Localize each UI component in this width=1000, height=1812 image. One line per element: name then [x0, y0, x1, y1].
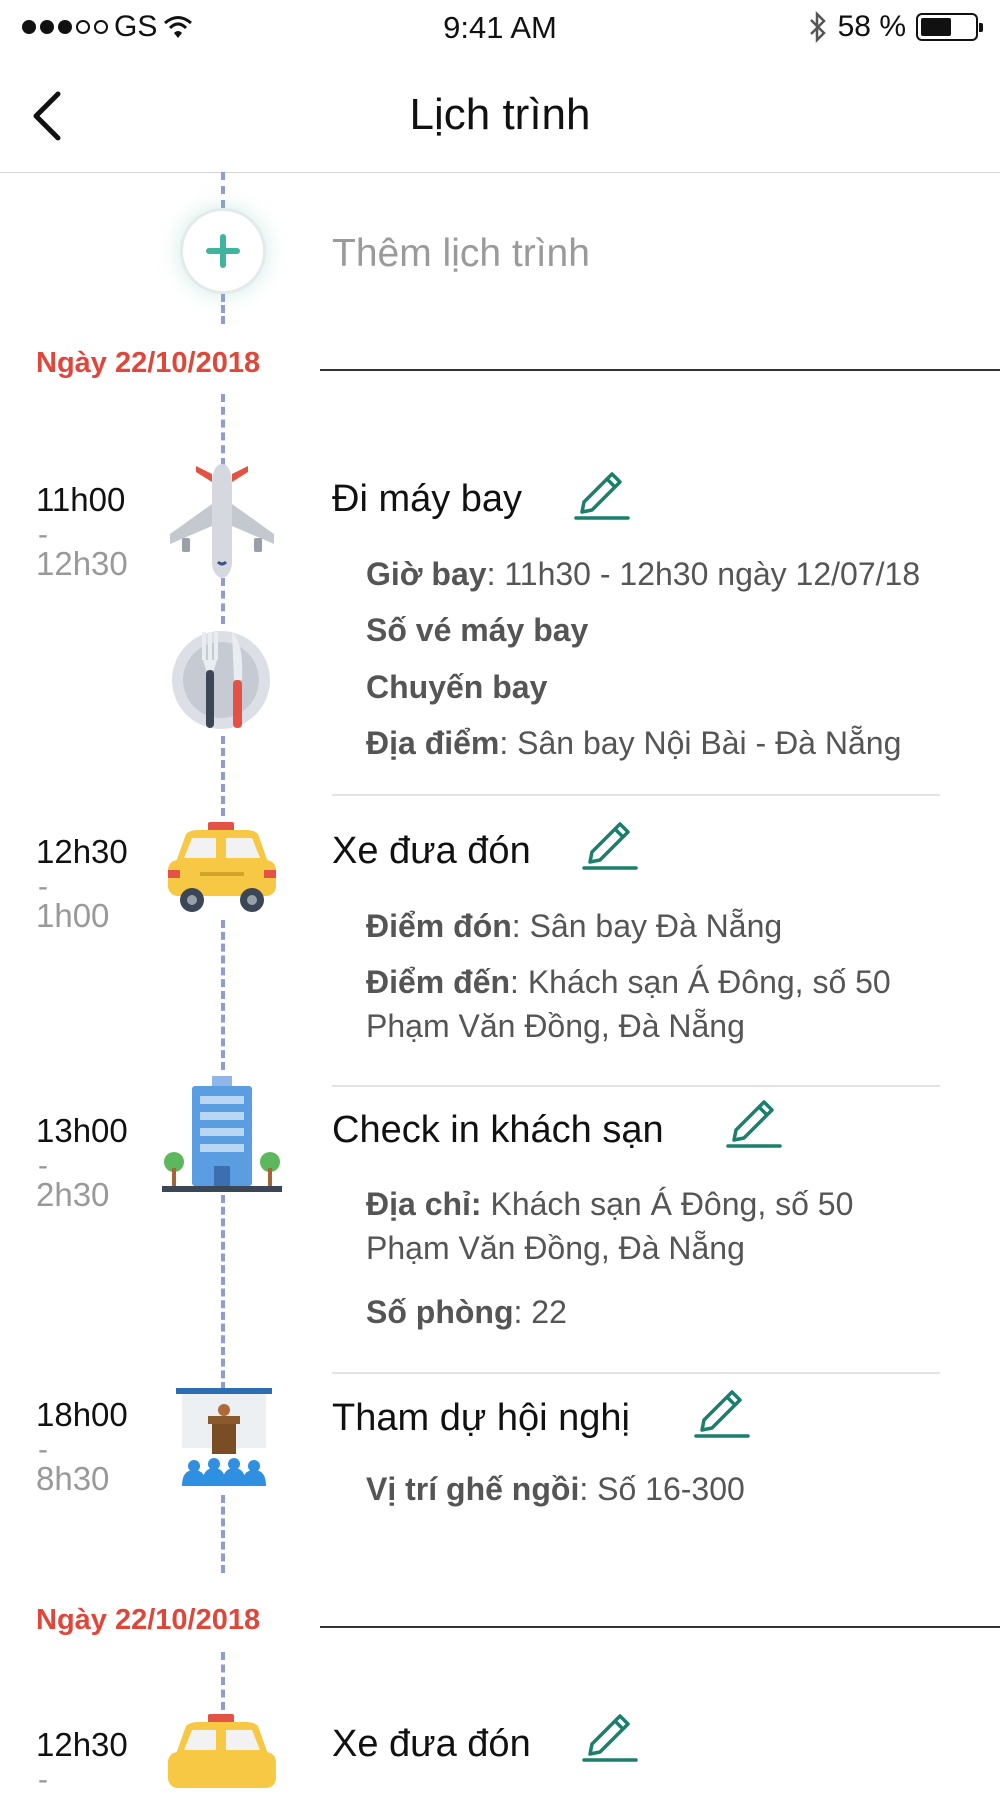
event-title: Xe đưa đón	[332, 830, 531, 872]
edit-icon[interactable]	[574, 462, 634, 522]
navigation-bar: Lịch trình	[0, 58, 1000, 173]
edit-icon[interactable]	[582, 812, 642, 872]
event-start-time: 12h30	[36, 833, 128, 870]
timeline-line	[221, 736, 225, 816]
taxi-icon	[168, 822, 276, 912]
event-title: Xe đưa đón	[332, 1723, 531, 1765]
event-detail: Điểm đón: Sân bay Đà Nẵng	[366, 908, 783, 944]
event-start-time: 13h00	[36, 1112, 128, 1149]
timeline-line	[221, 294, 225, 324]
edit-icon[interactable]	[694, 1380, 754, 1440]
event-end-time: 8h30	[36, 1460, 110, 1497]
add-schedule-button[interactable]	[180, 208, 266, 294]
event-detail: Số phòng: 22	[366, 1294, 567, 1330]
event-separator	[332, 1372, 940, 1374]
timeline-line	[221, 578, 225, 624]
edit-icon[interactable]	[582, 1704, 642, 1764]
day-divider	[320, 1626, 1000, 1628]
event-detail: Chuyến bay	[366, 669, 548, 705]
bluetooth-icon	[809, 11, 826, 43]
plus-icon	[206, 234, 240, 268]
event-end-time: 1h00	[36, 897, 110, 934]
event-time-dash: -	[38, 1763, 48, 1796]
hotel-icon	[162, 1076, 282, 1192]
taxi-icon	[168, 1714, 276, 1788]
meal-icon	[172, 631, 270, 729]
event-start-time: 11h00	[36, 481, 126, 518]
event-title: Đi máy bay	[332, 478, 523, 520]
edit-icon[interactable]	[726, 1090, 786, 1150]
status-right: 58 %	[808, 10, 983, 44]
battery-percent: 58 %	[837, 10, 906, 43]
event-title: Check in khách sạn	[332, 1109, 664, 1151]
timeline-line	[221, 394, 225, 466]
status-bar: GS 9:41 AM 58 %	[0, 0, 1000, 58]
event-detail: Giờ bay: 11h30 - 12h30 ngày 12/07/18	[366, 556, 921, 592]
event-end-time: 2h30	[36, 1176, 110, 1213]
event-end-time: 12h30	[36, 545, 128, 582]
event-detail: Vị trí ghế ngồi: Số 16-300	[366, 1471, 745, 1507]
event-detail: Điểm đến: Khách sạn Á Đông, số 50 Phạm Vă…	[366, 964, 891, 1044]
event-detail: Địa chỉ: Khách sạn Á Đông, số 50 Phạm Văn…	[366, 1186, 854, 1266]
timeline-line	[221, 1495, 225, 1573]
timeline-line	[221, 920, 225, 1070]
conference-icon	[176, 1388, 272, 1486]
battery-level	[921, 18, 951, 36]
battery-icon	[916, 13, 983, 41]
event-separator	[332, 1085, 940, 1087]
timeline-line	[221, 172, 225, 208]
event-title: Tham dự hội nghị	[332, 1397, 630, 1439]
timeline-line	[221, 1652, 225, 1710]
timeline-line	[221, 1195, 225, 1390]
event-separator	[332, 794, 940, 796]
day-date-label: Ngày 22/10/2018	[36, 1604, 261, 1636]
event-detail: Số vé máy bay	[366, 612, 589, 648]
add-schedule-label[interactable]: Thêm lịch trình	[332, 232, 590, 276]
event-start-time: 12h30	[36, 1726, 128, 1763]
page-title: Lịch trình	[409, 90, 591, 139]
event-start-time: 18h00	[36, 1396, 128, 1433]
airplane-icon	[170, 464, 274, 578]
day-date-label: Ngày 22/10/2018	[36, 347, 261, 379]
day-divider	[320, 369, 1000, 371]
event-detail: Địa điểm: Sân bay Nội Bài - Đà Nẵng	[366, 725, 902, 761]
